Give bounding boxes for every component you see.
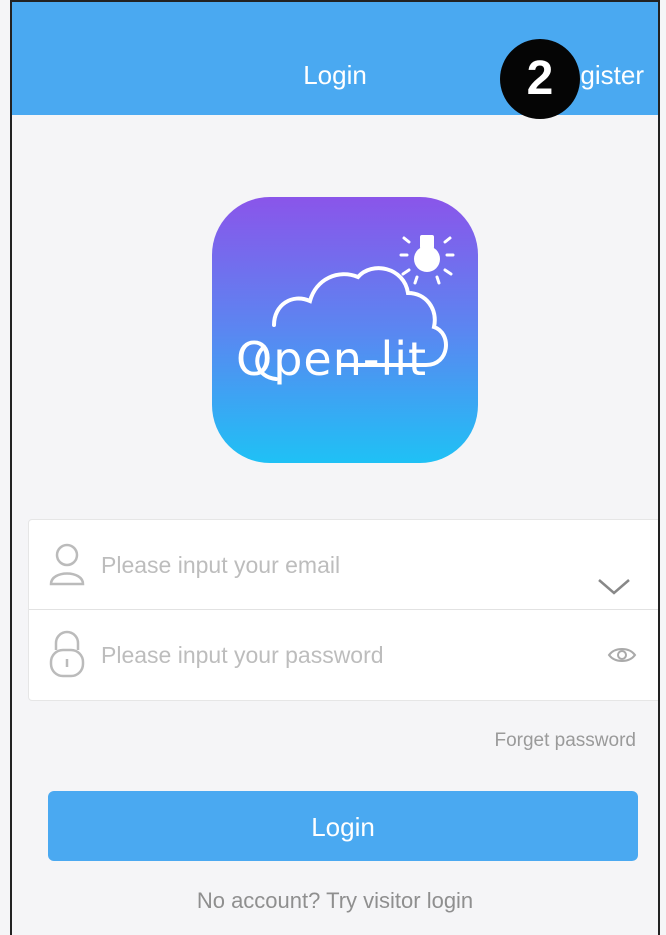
app-screen: Login gister Open-lit Please input your … [10,0,660,935]
bulb-cloud-logo-icon: Open-lit [236,235,455,386]
login-form [28,519,658,701]
email-field[interactable] [99,546,563,584]
app-logo: Open-lit [212,197,478,463]
svg-text:Open-lit: Open-lit [236,332,427,386]
forget-password-link[interactable]: Forget password [494,730,636,752]
user-icon [47,542,87,591]
chevron-down-icon[interactable] [597,578,631,601]
password-row [29,610,658,699]
visitor-login-link[interactable]: No account? Try visitor login [12,888,658,914]
email-row [29,520,658,610]
login-button[interactable]: Login [48,791,638,861]
password-field[interactable] [99,636,563,674]
step-number-badge: 2 [500,39,580,119]
lock-icon [47,630,87,683]
register-link[interactable]: gister [580,60,644,91]
eye-icon[interactable] [607,646,637,669]
